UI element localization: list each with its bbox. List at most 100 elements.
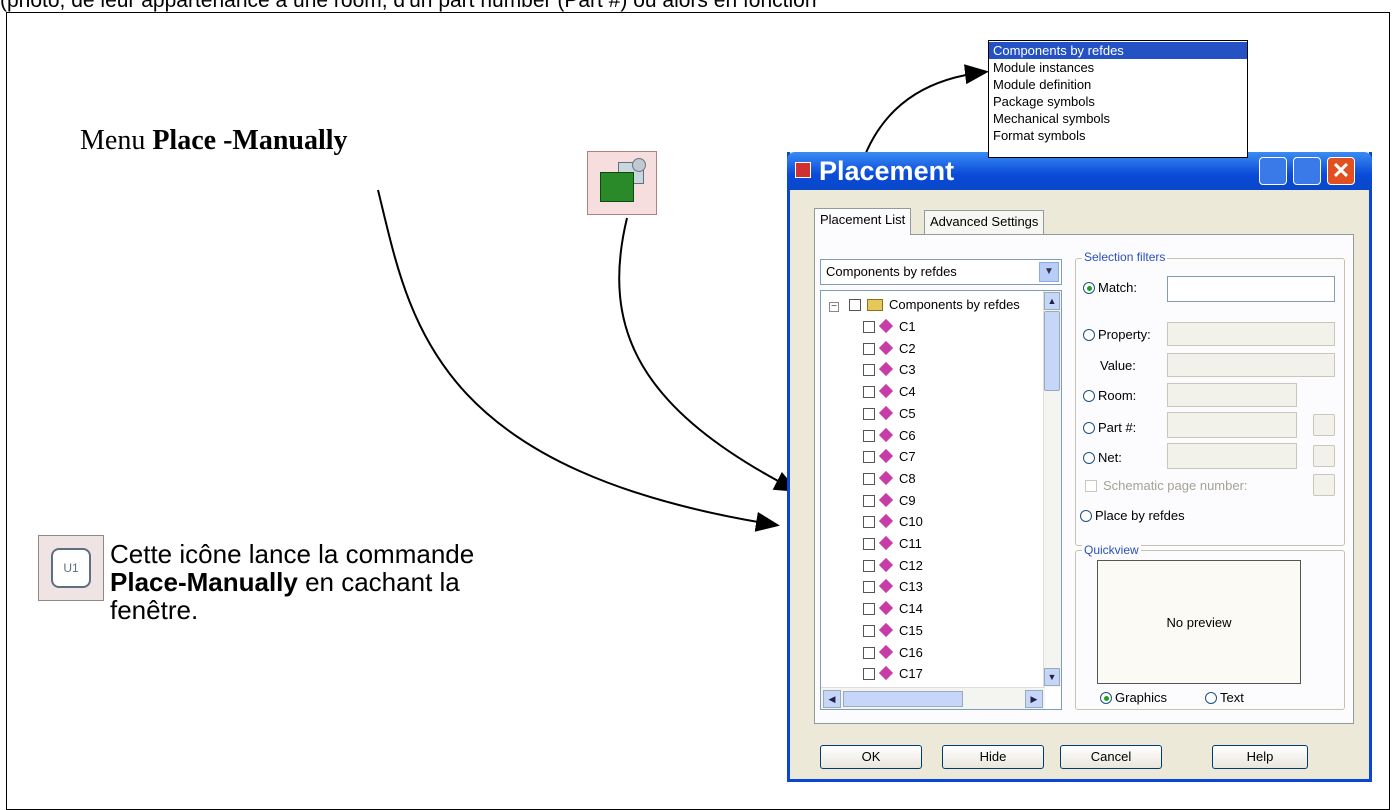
list-item[interactable]: Package symbols	[989, 93, 1247, 110]
room-radio[interactable]: Room:	[1083, 388, 1136, 404]
checkbox[interactable]	[863, 494, 875, 507]
tree-item-label: C4	[899, 384, 916, 400]
checkbox[interactable]	[863, 407, 875, 420]
checkbox[interactable]	[863, 538, 875, 550]
room-select[interactable]	[1167, 383, 1297, 407]
hide-button[interactable]: Hide	[942, 745, 1044, 769]
arrow-icon-to-dialog	[618, 217, 799, 492]
checkbox[interactable]	[863, 624, 875, 637]
checkbox[interactable]	[863, 603, 875, 616]
tab-placement-list[interactable]: Placement List	[814, 208, 912, 235]
horizontal-scrollbar[interactable]: ◀ ▶	[821, 687, 1045, 709]
scroll-left-icon[interactable]: ◀	[823, 690, 841, 708]
room-label: Room:	[1098, 388, 1137, 403]
tree-item-label: C14	[899, 601, 923, 617]
help-button[interactable]: Help	[1212, 745, 1308, 769]
checkbox[interactable]	[849, 299, 861, 311]
tree-item[interactable]: C7	[863, 447, 916, 467]
checkbox[interactable]	[863, 668, 875, 681]
scroll-right-icon[interactable]: ▶	[1025, 690, 1043, 708]
cancel-button[interactable]: Cancel	[1060, 745, 1162, 769]
tree-item[interactable]: C10	[863, 512, 923, 532]
list-item[interactable]: Format symbols	[989, 127, 1247, 144]
checkbox[interactable]	[863, 429, 875, 442]
tree-item[interactable]: C8	[863, 469, 916, 489]
net-input[interactable]	[1167, 443, 1297, 469]
tree-item[interactable]: C12	[863, 556, 923, 576]
vertical-scrollbar[interactable]: ▲ ▼	[1043, 291, 1061, 687]
collapse-icon[interactable]: −	[829, 302, 839, 312]
close-button[interactable]: ✕	[1327, 157, 1355, 185]
tree-item[interactable]: C15	[863, 621, 923, 641]
dialog-title: Placement	[819, 156, 955, 186]
tree-item[interactable]: C14	[863, 599, 923, 619]
net-browse-button[interactable]	[1313, 445, 1335, 467]
component-icon	[878, 579, 894, 594]
part-radio[interactable]: Part #:	[1083, 420, 1136, 436]
scroll-thumb[interactable]	[1044, 311, 1060, 391]
schematic-checkbox[interactable]: Schematic page number:	[1085, 478, 1248, 494]
checkbox[interactable]	[863, 559, 875, 572]
checkbox[interactable]	[863, 581, 875, 594]
component-icon	[878, 340, 894, 355]
minimize-button[interactable]	[1259, 157, 1287, 185]
tree-item[interactable]: C6	[863, 426, 916, 446]
list-item[interactable]: Module definition	[989, 76, 1247, 93]
scroll-thumb-h[interactable]	[843, 691, 963, 707]
net-radio[interactable]: Net:	[1083, 450, 1122, 466]
property-select[interactable]	[1167, 322, 1335, 346]
tree-item[interactable]: C9	[863, 491, 916, 511]
checkbox[interactable]	[863, 342, 875, 355]
tree-item[interactable]: C16	[863, 643, 923, 663]
place-by-refdes-label: Place by refdes	[1095, 508, 1185, 523]
chevron-down-icon[interactable]: ▼	[1039, 262, 1059, 282]
part-input[interactable]	[1167, 412, 1297, 438]
tree-item[interactable]: C13	[863, 577, 923, 597]
component-icon	[878, 470, 894, 485]
match-label: Match:	[1098, 280, 1138, 295]
tree-item[interactable]: C4	[863, 382, 916, 402]
graphics-radio[interactable]: Graphics	[1100, 690, 1167, 706]
tree-item[interactable]: C5	[863, 404, 916, 424]
tab-advanced-settings[interactable]: Advanced Settings	[924, 210, 1045, 234]
tree-item[interactable]: C2	[863, 339, 916, 359]
text-radio[interactable]: Text	[1205, 690, 1244, 706]
tree-item-label: C10	[899, 514, 923, 530]
checkbox[interactable]	[863, 364, 875, 377]
scroll-up-icon[interactable]: ▲	[1044, 292, 1060, 310]
tree-root[interactable]: − Components by refdes	[829, 295, 1020, 315]
list-item[interactable]: Mechanical symbols	[989, 110, 1247, 127]
match-radio[interactable]: Match:	[1083, 280, 1137, 296]
component-icon	[878, 535, 894, 551]
tree-item[interactable]: C3	[863, 360, 916, 380]
graphics-label: Graphics	[1115, 690, 1168, 705]
radio-icon	[1083, 452, 1095, 464]
tree-item[interactable]: C11	[863, 534, 922, 554]
part-browse-button[interactable]	[1313, 414, 1335, 436]
ok-button[interactable]: OK	[820, 745, 922, 769]
tree-item-label: C11	[899, 536, 922, 551]
checkbox[interactable]	[863, 472, 875, 485]
checkbox[interactable]	[863, 451, 875, 464]
tree-item-label: C1	[899, 319, 916, 334]
maximize-button[interactable]	[1293, 157, 1321, 185]
checkbox[interactable]	[863, 386, 875, 399]
checkbox[interactable]	[863, 646, 875, 659]
tree-item[interactable]: C17	[863, 664, 923, 684]
tree-item-label: C16	[899, 644, 923, 660]
scroll-down-icon[interactable]: ▼	[1044, 668, 1060, 686]
list-item[interactable]: Module instances	[989, 59, 1247, 76]
value-select[interactable]	[1167, 353, 1335, 377]
schematic-browse-button[interactable]	[1313, 474, 1335, 496]
radio-icon	[1205, 692, 1217, 704]
checkbox[interactable]	[863, 321, 875, 333]
object-type-dropdown[interactable]: Components by refdes ▼	[820, 259, 1062, 285]
checkbox[interactable]	[863, 516, 875, 529]
dropdown-value: Components by refdes	[826, 264, 957, 279]
checkbox	[1085, 480, 1097, 492]
match-input[interactable]	[1167, 276, 1335, 302]
list-item[interactable]: Components by refdes	[989, 42, 1247, 59]
place-by-refdes-radio[interactable]: Place by refdes	[1080, 508, 1185, 524]
tree-item[interactable]: C1	[863, 317, 916, 337]
property-radio[interactable]: Property:	[1083, 327, 1151, 343]
